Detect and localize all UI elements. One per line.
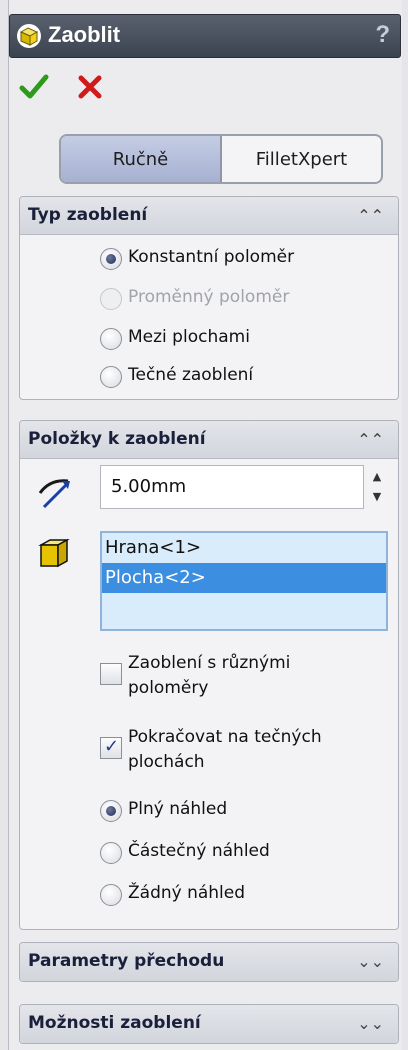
spin-down-icon[interactable]: ▼ xyxy=(368,487,386,507)
radius-spinner[interactable]: ▲ ▼ xyxy=(368,467,386,509)
radio-button[interactable] xyxy=(100,884,122,906)
radio-button[interactable] xyxy=(100,366,122,388)
radio-full-preview[interactable]: Plný náhled xyxy=(100,799,227,822)
setback-parameters-header[interactable]: Parametry přechodu ⌄⌄ xyxy=(20,943,398,981)
items-to-fillet-group: Položky k zaoblení ⌃⌃ 5.00mm ▲ ▼ Hrana<1… xyxy=(19,420,399,930)
radio-button xyxy=(100,288,122,310)
title-bar: Zaoblit ? xyxy=(9,14,401,58)
checkbox-label-line1: Pokračovat na tečných xyxy=(128,727,322,747)
fillet-type-title: Typ zaoblení xyxy=(28,205,148,225)
window-title: Zaoblit xyxy=(48,22,121,47)
items-to-fillet-header[interactable]: Položky k zaoblení ⌃⌃ xyxy=(20,421,398,459)
property-manager-panel: Zaoblit ? Ručně FilletXpert Typ zaoblení… xyxy=(8,0,402,1050)
collapse-chevron-icon[interactable]: ⌃⌃ xyxy=(357,430,384,449)
radio-button[interactable] xyxy=(100,842,122,864)
radio-no-preview[interactable]: Žádný náhled xyxy=(100,883,245,906)
check-multiple-radius[interactable]: Zaoblení s různými poloměry xyxy=(100,651,290,701)
checkbox[interactable] xyxy=(100,736,122,759)
checkbox-label-line1: Zaoblení s různými xyxy=(128,653,291,673)
collapse-chevron-icon[interactable]: ⌃⌃ xyxy=(357,206,384,225)
radio-full-round-fillet[interactable]: Tečné zaoblení xyxy=(100,365,253,388)
tab-filletxpert[interactable]: FilletXpert xyxy=(222,136,381,182)
checkbox[interactable] xyxy=(100,663,122,685)
spin-up-icon[interactable]: ▲ xyxy=(368,467,386,487)
checkbox-label: Pokračovat na tečných plochách xyxy=(128,725,322,775)
fillet-type-group: Typ zaoblení ⌃⌃ Konstantní poloměr Promě… xyxy=(19,196,399,400)
list-item[interactable]: Hrana<1> xyxy=(102,533,386,563)
fillet-options-title: Možnosti zaoblení xyxy=(28,1013,201,1033)
radio-button[interactable] xyxy=(100,800,122,822)
radio-label: Plný náhled xyxy=(128,799,228,819)
setback-parameters-title: Parametry přechodu xyxy=(28,951,225,971)
radio-button[interactable] xyxy=(100,328,122,350)
radio-label: Proměnný poloměr xyxy=(128,287,290,307)
setback-parameters-group[interactable]: Parametry přechodu ⌄⌄ xyxy=(19,942,399,982)
fillet-options-header[interactable]: Možnosti zaoblení ⌄⌄ xyxy=(20,1005,398,1043)
radio-face-fillet[interactable]: Mezi plochami xyxy=(100,327,250,350)
radio-button[interactable] xyxy=(100,248,122,270)
radio-partial-preview[interactable]: Částečný náhled xyxy=(100,841,270,864)
expand-chevron-icon[interactable]: ⌄⌄ xyxy=(357,1014,384,1033)
radio-label: Konstantní poloměr xyxy=(128,247,295,267)
help-button[interactable]: ? xyxy=(375,21,390,49)
cancel-x-icon[interactable] xyxy=(75,72,105,102)
radio-label: Žádný náhled xyxy=(128,883,246,903)
expand-chevron-icon[interactable]: ⌄⌄ xyxy=(357,952,384,971)
checkbox-label-line2: poloměry xyxy=(128,678,209,698)
tab-manual[interactable]: Ručně xyxy=(61,136,222,182)
ok-check-icon[interactable] xyxy=(19,72,49,102)
edge-face-selection-icon xyxy=(38,538,70,568)
radio-label: Částečný náhled xyxy=(128,841,270,861)
fillet-options-group[interactable]: Možnosti zaoblení ⌄⌄ xyxy=(19,1004,399,1044)
checkbox-label: Zaoblení s různými poloměry xyxy=(128,651,290,701)
radio-constant-radius[interactable]: Konstantní poloměr xyxy=(100,247,294,270)
radius-icon xyxy=(38,479,70,509)
mode-toggle: Ručně FilletXpert xyxy=(59,134,383,184)
fillet-type-header[interactable]: Typ zaoblení ⌃⌃ xyxy=(20,197,398,235)
radius-input[interactable]: 5.00mm xyxy=(100,465,364,509)
check-tangent-propagation[interactable]: Pokračovat na tečných plochách xyxy=(100,725,322,775)
list-item[interactable]: Plocha<2> xyxy=(102,563,386,593)
fillet-feature-icon xyxy=(17,24,41,48)
radio-label: Tečné zaoblení xyxy=(128,365,254,385)
radio-variable-radius: Proměnný poloměr xyxy=(100,287,289,310)
radio-label: Mezi plochami xyxy=(128,327,250,347)
selection-listbox[interactable]: Hrana<1> Plocha<2> xyxy=(100,531,388,631)
items-to-fillet-title: Položky k zaoblení xyxy=(28,429,206,449)
checkbox-label-line2: plochách xyxy=(128,752,205,772)
